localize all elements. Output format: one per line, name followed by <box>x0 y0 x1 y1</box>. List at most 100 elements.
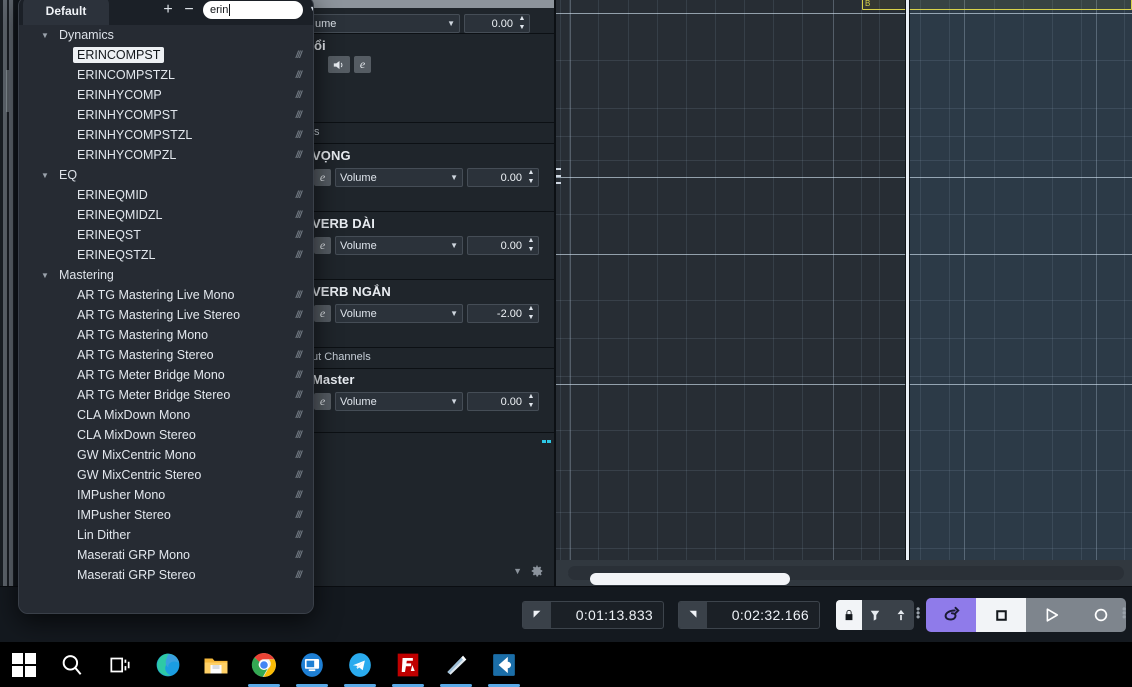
notes-button[interactable] <box>432 642 480 687</box>
horizontal-scrollbar-track[interactable] <box>568 566 1124 585</box>
start-time-value[interactable]: 0:01:13.833 <box>551 602 663 628</box>
list-item[interactable]: AR TG Mastering Stereo /// <box>19 345 313 365</box>
list-item[interactable]: ERINCOMPST /// <box>19 45 313 65</box>
list-item[interactable]: GW MixCentric Stereo /// <box>19 465 313 485</box>
end-time-display[interactable]: 0:02:32.166 <box>678 601 820 629</box>
loop-button[interactable] <box>926 598 976 632</box>
mixer-top-param-select[interactable]: ume ▼ <box>310 14 460 33</box>
list-item[interactable]: CLA MixDown Stereo /// <box>19 425 313 445</box>
transport-mode-group[interactable] <box>836 600 914 630</box>
drag-handle-icon[interactable]: /// <box>296 550 302 561</box>
spinner-icon[interactable]: ▲ ▼ <box>527 393 535 409</box>
list-item[interactable]: ERINCOMPSTZL /// <box>19 65 313 85</box>
end-time-group[interactable]: 0:02:32.166 <box>678 601 820 629</box>
plugin-browser-popup[interactable]: Default + − erin ▼ ▼ Dynamics ERINCOMPST… <box>18 0 314 614</box>
horizontal-scrollbar-thumb[interactable] <box>590 573 790 585</box>
list-item[interactable]: AR TG Meter Bridge Stereo /// <box>19 385 313 405</box>
mixer-strip-row[interactable]: e Volume ▼ 0.00 ▲ ▼ <box>314 168 539 187</box>
panel-resize-handle[interactable] <box>542 430 552 443</box>
group-header-mastering[interactable]: ▼ Mastering <box>19 265 313 285</box>
mixer-strip-value-field[interactable]: 0.00 ▲ ▼ <box>467 236 539 255</box>
spinner-icon[interactable]: ▲ ▼ <box>527 237 535 253</box>
gear-icon[interactable] <box>530 564 544 578</box>
mixer-top-strip-row[interactable]: ume ▼ 0.00 ▲ ▼ <box>310 14 530 33</box>
stop-button[interactable] <box>976 598 1026 632</box>
scrollbar-track-right[interactable] <box>9 0 13 586</box>
drag-handle-icon[interactable]: /// <box>296 470 302 481</box>
start-time-group[interactable]: 0:01:13.833 <box>522 601 664 629</box>
group-header-dynamics[interactable]: ▼ Dynamics <box>19 25 313 45</box>
list-item[interactable]: CLA MixDown Mono /// <box>19 405 313 425</box>
list-item[interactable]: IMPusher Mono /// <box>19 485 313 505</box>
list-item[interactable]: ERINHYCOMPST /// <box>19 105 313 125</box>
mixer-output-strip-row[interactable]: e Volume ▼ 0.00 ▲ ▼ <box>314 392 539 411</box>
mixer-strip-value-field[interactable]: 0.00 ▲ ▼ <box>467 168 539 187</box>
scrollbar-thumb[interactable] <box>6 70 9 112</box>
drag-handle-icon[interactable]: /// <box>296 350 302 361</box>
left-edge-scrollbar[interactable] <box>0 0 14 586</box>
list-item[interactable]: AR TG Mastering Live Stereo /// <box>19 305 313 325</box>
list-item[interactable]: ERINEQMID /// <box>19 185 313 205</box>
drag-handle-icon[interactable]: /// <box>296 210 302 221</box>
drag-handle-icon[interactable]: /// <box>296 250 302 261</box>
mixer-strip-row[interactable]: e Volume ▼ -2.00 ▲ ▼ <box>314 304 539 323</box>
mixer-output-value-field[interactable]: 0.00 ▲ ▼ <box>467 392 539 411</box>
arrangement-timeline[interactable]: B <box>556 0 1132 560</box>
drag-handle-icon[interactable]: /// <box>296 130 302 141</box>
drag-handle-icon[interactable]: /// <box>296 310 302 321</box>
mixer-fx-strip-buttons[interactable]: e <box>328 56 371 73</box>
file-explorer-button[interactable] <box>192 642 240 687</box>
group-header-eq[interactable]: ▼ EQ <box>19 165 313 185</box>
record-button[interactable] <box>1076 598 1126 632</box>
plugin-list[interactable]: ▼ Dynamics ERINCOMPST /// ERINCOMPSTZL /… <box>19 25 313 613</box>
list-item[interactable]: ERINHYCOMPZL /// <box>19 145 313 165</box>
drag-handle-icon[interactable]: /// <box>296 90 302 101</box>
play-button[interactable] <box>1026 598 1076 632</box>
list-item[interactable]: IMPusher Stereo /// <box>19 505 313 525</box>
drag-handle-icon[interactable]: /// <box>296 230 302 241</box>
list-item[interactable]: GW MixCentric Mono /// <box>19 445 313 465</box>
drag-handle-icon[interactable]: /// <box>296 510 302 521</box>
list-item[interactable]: Lin Dither /// <box>19 525 313 545</box>
mixer-panel[interactable]: ume ▼ 0.00 ▲ ▼ ổi e s VỌNG e Volume ▼ 0.0… <box>310 0 556 586</box>
mixer-top-value-field[interactable]: 0.00 ▲ ▼ <box>464 14 530 33</box>
windows-taskbar[interactable] <box>0 642 1132 687</box>
spinner-icon[interactable]: ▲ ▼ <box>527 305 535 321</box>
remove-preset-button[interactable]: − <box>180 1 198 19</box>
timeline-selection-region[interactable] <box>908 0 1132 560</box>
spinner-icon[interactable]: ▲ ▼ <box>518 15 526 31</box>
start-button[interactable] <box>0 642 48 687</box>
audio-clip[interactable]: B <box>862 0 1132 10</box>
grip-dots-icon-right[interactable]: • • • <box>1122 603 1126 623</box>
mixer-strip-param-select[interactable]: Volume ▼ <box>335 168 463 187</box>
mixer-strip-param-select[interactable]: Volume ▼ <box>335 236 463 255</box>
snap-up-button[interactable] <box>888 600 914 630</box>
drag-handle-icon[interactable]: /// <box>296 150 302 161</box>
drag-handle-icon[interactable]: /// <box>296 570 302 581</box>
list-item[interactable]: ERINEQSTZL /// <box>19 245 313 265</box>
drag-handle-icon[interactable]: /// <box>296 490 302 501</box>
drag-handle-icon[interactable]: /// <box>296 430 302 441</box>
horizontal-scrollbar-row[interactable]: ❮ <box>556 560 1132 586</box>
mixer-strip-param-select[interactable]: Volume ▼ <box>335 304 463 323</box>
e-icon[interactable]: e <box>314 169 331 186</box>
list-item[interactable]: ERINEQST /// <box>19 225 313 245</box>
mixer-output-param-select[interactable]: Volume ▼ <box>335 392 463 411</box>
marker-end-icon[interactable] <box>679 602 707 628</box>
drag-handle-icon[interactable]: /// <box>296 390 302 401</box>
transport-buttons[interactable] <box>926 598 1126 632</box>
e-icon[interactable]: e <box>354 56 371 73</box>
start-time-display[interactable]: 0:01:13.833 <box>522 601 664 629</box>
list-item[interactable]: AR TG Mastering Mono /// <box>19 325 313 345</box>
drag-handle-icon[interactable]: /// <box>296 450 302 461</box>
list-item[interactable]: ERINEQMIDZL /// <box>19 205 313 225</box>
drag-handle-icon[interactable]: /// <box>296 50 302 61</box>
drag-handle-icon[interactable]: /// <box>296 370 302 381</box>
speaker-icon[interactable] <box>328 56 350 73</box>
remote-desktop-button[interactable] <box>288 642 336 687</box>
chevron-down-icon[interactable]: ▼ <box>309 4 313 14</box>
mixer-strip-value-field[interactable]: -2.00 ▲ ▼ <box>467 304 539 323</box>
playhead-cursor[interactable] <box>906 0 909 560</box>
funnel-button[interactable] <box>862 600 888 630</box>
studio-one-button[interactable] <box>480 642 528 687</box>
